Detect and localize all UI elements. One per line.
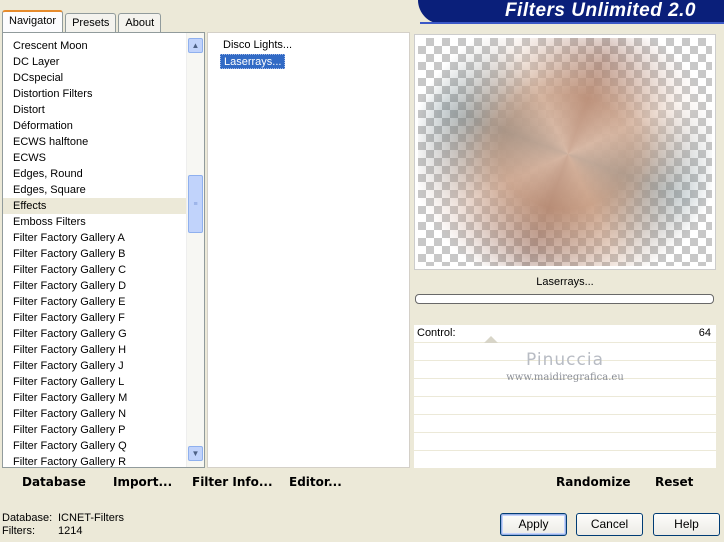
progress-bar bbox=[415, 294, 714, 304]
control-value: 64 bbox=[698, 327, 711, 339]
category-item[interactable]: Filter Factory Gallery B bbox=[3, 246, 187, 262]
banner-edge bbox=[420, 22, 724, 24]
filter-info-button[interactable]: Filter Info... bbox=[192, 475, 273, 489]
scroll-down-button[interactable]: ▼ bbox=[188, 446, 203, 461]
editor-button[interactable]: Editor... bbox=[289, 475, 342, 489]
category-item[interactable]: Distortion Filters bbox=[3, 86, 187, 102]
right-toolbar: Randomize Reset bbox=[414, 469, 716, 497]
grip-icon: ≡ bbox=[193, 200, 198, 208]
category-item[interactable]: Filter Factory Gallery A bbox=[3, 230, 187, 246]
scroll-thumb[interactable]: ≡ bbox=[188, 175, 203, 233]
category-item[interactable]: Filter Factory Gallery D bbox=[3, 278, 187, 294]
category-item[interactable]: ECWS halftone bbox=[3, 134, 187, 150]
status-area: Database: ICNET-Filters Filters: 1214 bbox=[2, 512, 124, 538]
category-item[interactable]: Edges, Square bbox=[3, 182, 187, 198]
app-title-banner: Filters Unlimited 2.0 bbox=[418, 0, 724, 24]
filters-count-value: 1214 bbox=[58, 525, 83, 537]
preview-filter-name: Laserrays... bbox=[536, 276, 594, 288]
preview-frame bbox=[414, 34, 716, 270]
filters-count-label: Filters: bbox=[2, 525, 35, 537]
category-item[interactable]: Déformation bbox=[3, 118, 187, 134]
tab-presets[interactable]: Presets bbox=[65, 13, 117, 32]
category-item[interactable]: DC Layer bbox=[3, 54, 187, 70]
tab-about[interactable]: About bbox=[118, 13, 162, 32]
category-item[interactable]: Filter Factory Gallery C bbox=[3, 262, 187, 278]
category-item[interactable]: Edges, Round bbox=[3, 166, 187, 182]
category-item[interactable]: Filter Factory Gallery R bbox=[3, 454, 187, 467]
database-button[interactable]: Database bbox=[22, 475, 86, 489]
category-item[interactable]: Filter Factory Gallery F bbox=[3, 310, 187, 326]
category-list: Crescent Moon DC Layer DCspecial Distortion… bbox=[3, 38, 187, 467]
category-item[interactable]: Filter Factory Gallery Q bbox=[3, 438, 187, 454]
category-item[interactable]: DCspecial bbox=[3, 70, 187, 86]
cancel-button[interactable]: Cancel bbox=[576, 513, 643, 536]
category-item[interactable]: Filter Factory Gallery J bbox=[3, 358, 187, 374]
category-item[interactable]: Filter Factory Gallery G bbox=[3, 326, 187, 342]
category-scrollbar[interactable]: ▲ ≡ ▼ bbox=[186, 33, 204, 467]
preview-image bbox=[418, 38, 712, 266]
category-item[interactable]: Filter Factory Gallery L bbox=[3, 374, 187, 390]
scroll-up-button[interactable]: ▲ bbox=[188, 38, 203, 53]
tab-navigator[interactable]: Navigator bbox=[2, 10, 64, 32]
reset-button[interactable]: Reset bbox=[655, 475, 693, 489]
control-row-empty bbox=[414, 397, 716, 415]
arrow-up-icon: ▲ bbox=[191, 41, 200, 50]
controls-panel: Control: 64 bbox=[414, 325, 716, 469]
watermark-name: Pinuccia bbox=[526, 350, 604, 370]
slider-triangle-icon[interactable] bbox=[484, 336, 498, 343]
tab-strip: Navigator Presets About bbox=[2, 10, 163, 32]
category-item[interactable]: Filter Factory Gallery E bbox=[3, 294, 187, 310]
apply-button[interactable]: Apply bbox=[500, 513, 567, 536]
category-item[interactable]: Effects bbox=[3, 198, 187, 214]
control-label: Control: bbox=[417, 327, 456, 339]
left-toolbar: Database Import... Filter Info... Editor… bbox=[2, 469, 410, 497]
category-item[interactable]: Filter Factory Gallery H bbox=[3, 342, 187, 358]
preview-laserrays-render bbox=[418, 38, 712, 266]
category-item[interactable]: Distort bbox=[3, 102, 187, 118]
filter-list-panel: Disco Lights... Laserrays... bbox=[207, 32, 410, 468]
category-item[interactable]: Filter Factory Gallery M bbox=[3, 390, 187, 406]
category-item[interactable]: ECWS bbox=[3, 150, 187, 166]
randomize-button[interactable]: Randomize bbox=[556, 475, 630, 489]
watermark-url: www.maidiregrafica.eu bbox=[506, 372, 624, 383]
category-item[interactable]: Filter Factory Gallery P bbox=[3, 422, 187, 438]
control-row-empty bbox=[414, 433, 716, 451]
category-item[interactable]: Crescent Moon bbox=[3, 38, 187, 54]
filter-item-laserrays[interactable]: Laserrays... bbox=[220, 54, 286, 69]
category-item[interactable]: Emboss Filters bbox=[3, 214, 187, 230]
import-button[interactable]: Import... bbox=[113, 475, 172, 489]
database-value: ICNET-Filters bbox=[58, 512, 124, 524]
category-list-panel: Crescent Moon DC Layer DCspecial Distortion… bbox=[2, 32, 205, 468]
database-label: Database: bbox=[2, 512, 53, 524]
control-row-empty bbox=[414, 415, 716, 433]
arrow-down-icon: ▼ bbox=[191, 449, 200, 458]
control-row-empty bbox=[414, 451, 716, 469]
category-item[interactable]: Filter Factory Gallery N bbox=[3, 406, 187, 422]
filter-item-disco-lights[interactable]: Disco Lights... bbox=[220, 38, 295, 53]
help-button[interactable]: Help bbox=[653, 513, 720, 536]
control-row[interactable]: Control: 64 bbox=[414, 325, 716, 343]
